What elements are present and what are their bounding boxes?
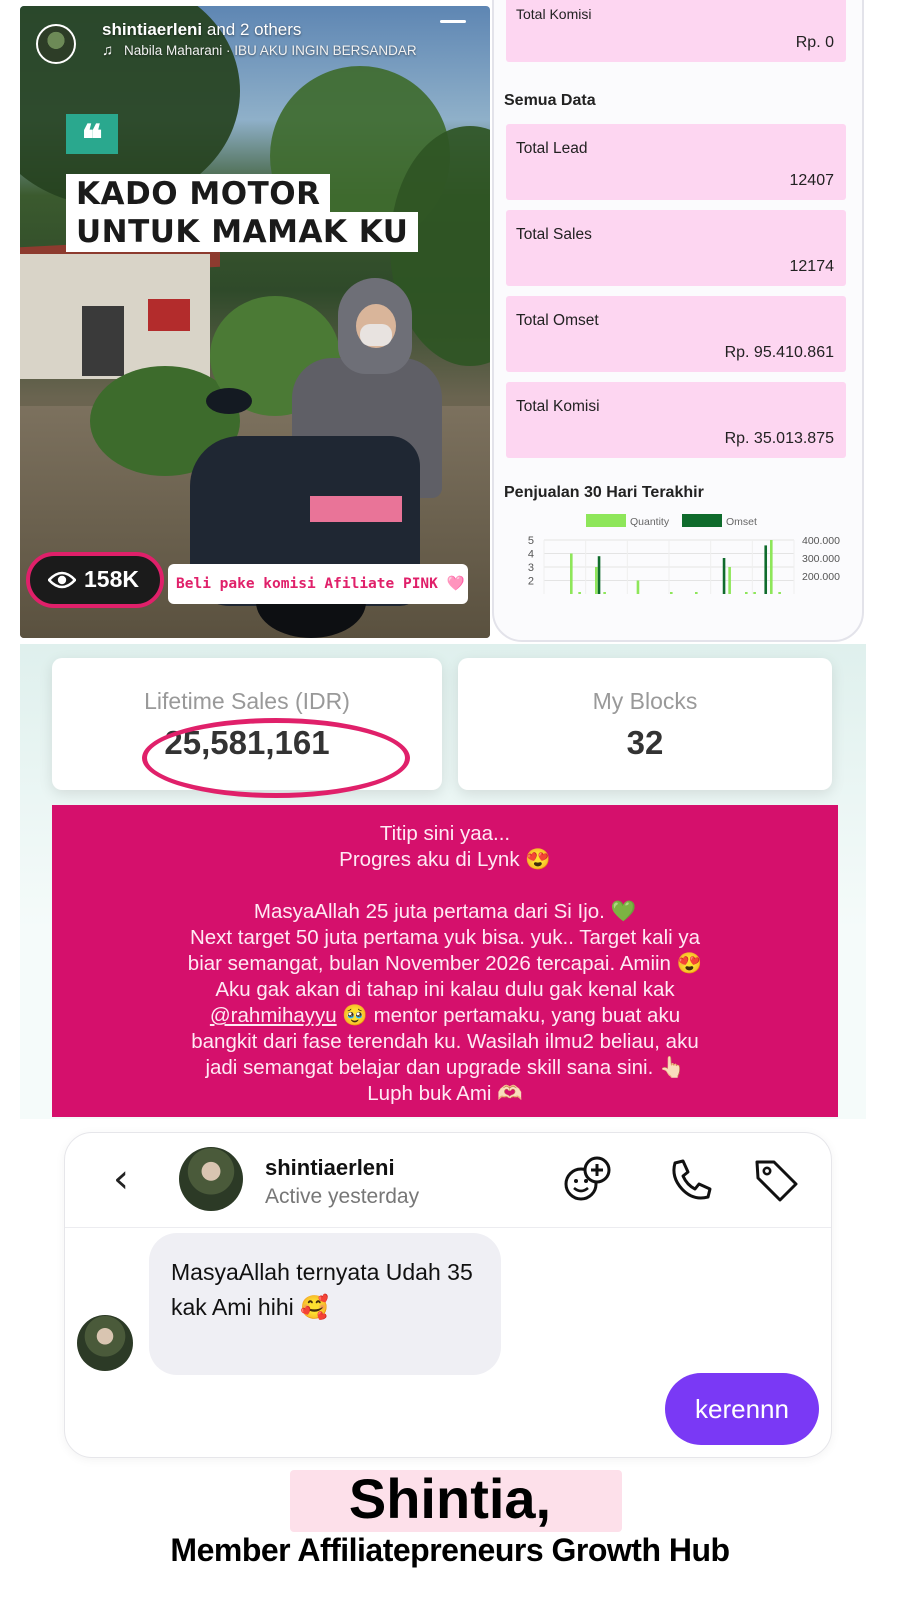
quote-icon: ❝ — [66, 114, 118, 163]
card-label: Total Komisi — [516, 398, 600, 415]
bar-quantity — [670, 592, 673, 594]
chart-title: Penjualan 30 Hari Terakhir — [504, 484, 704, 501]
dm-chat: ‹ shintiaerleni Active yesterday MasyaAl… — [64, 1132, 832, 1458]
my-blocks-card: My Blocks 32 — [458, 658, 832, 790]
bar-quantity — [595, 567, 598, 594]
bar-quantity — [728, 567, 731, 594]
card-value: Rp. 95.410.861 — [724, 344, 834, 361]
legend-swatch — [586, 514, 626, 527]
story-line: Next target 50 juta pertama yuk bisa. yu… — [189, 926, 701, 949]
tag-icon[interactable] — [749, 1153, 803, 1207]
story-line: MasyaAllah 25 juta pertama dari Si Ijo. … — [253, 900, 637, 923]
lynk-dashboard: Lifetime Sales (IDR) 25,581,161 My Block… — [20, 644, 866, 1119]
scooter-mirror — [206, 388, 252, 414]
message-avatar[interactable] — [77, 1315, 133, 1371]
music-icon: ♫ — [102, 42, 114, 59]
highlight-circle — [142, 718, 410, 798]
headline-line-1: KADO MOTOR — [66, 174, 331, 214]
face-mask — [360, 324, 392, 346]
story-username[interactable]: shintiaerleni and 2 others — [102, 20, 301, 40]
story-user-name: shintiaerleni — [102, 20, 203, 39]
legend-label: Omset — [726, 516, 757, 528]
story-screenshot: shintiaerleni and 2 others ♫ Nabila Maha… — [20, 6, 490, 638]
my-blocks-value: 32 — [626, 724, 664, 761]
card-label: Total Lead — [516, 140, 588, 157]
story-line-mention[interactable]: @rahmihayyu 🥹 mentor pertamaku, yang bua… — [52, 1003, 838, 1029]
bar-quantity — [603, 592, 606, 594]
y-left-tick: 5 — [528, 535, 534, 547]
card-value: Rp. 0 — [795, 34, 834, 51]
story-line: Progres aku di Lynk 😍 — [339, 848, 551, 871]
divider — [65, 1227, 831, 1228]
member-name: Shintia, — [348, 1467, 552, 1530]
lifetime-sales-label: Lifetime Sales (IDR) — [144, 688, 350, 714]
card-value: 12174 — [789, 258, 835, 275]
story-caption-note: Beli pake komisi Afiliate PINK 🩷 — [168, 564, 468, 604]
member-subtitle: Member Affiliatepreneurs Growth Hub — [170, 1532, 730, 1568]
card-total-omset: Total Omset Rp. 95.410.861 — [506, 296, 846, 372]
lifetime-sales-card: Lifetime Sales (IDR) 25,581,161 — [52, 658, 442, 798]
outgoing-message[interactable]: kerennn — [665, 1373, 819, 1445]
story-user-others: and 2 others — [206, 20, 302, 39]
story-music[interactable]: Nabila Maharani · IBU AKU INGIN BERSANDA… — [124, 43, 417, 58]
story-line: bangkit dari fase terendah ku. Wasilah i… — [191, 1030, 699, 1053]
card-top-komisi: Total Komisi Rp. 0 — [506, 0, 846, 62]
bar-quantity — [636, 580, 640, 594]
y-right-tick: 400.000 — [802, 535, 840, 547]
sales-chart: Quantity Omset 2 34 5 200.000 300.000 400.000 — [528, 514, 840, 594]
y-left-tick: 4 — [528, 549, 534, 561]
menu-icon[interactable] — [440, 20, 466, 23]
bar-quantity — [770, 540, 773, 594]
bar-quantity — [695, 592, 698, 594]
bar-omset — [597, 556, 601, 594]
y-right-tick: 200.000 — [802, 571, 840, 583]
legend-label: Quantity — [630, 516, 670, 528]
card-label: Total Komisi — [516, 6, 592, 22]
bar-omset — [764, 545, 768, 594]
story-line: biar semangat, bulan November 2026 terca… — [187, 952, 703, 975]
card-total-komisi: Total Komisi Rp. 35.013.875 — [506, 382, 846, 458]
legend-swatch — [682, 514, 722, 527]
affiliate-dashboard: Total Komisi Rp. 0 Semua Data Total Lead… — [492, 0, 864, 642]
story-avatar[interactable] — [36, 24, 76, 64]
story-line: Titip sini yaa... — [379, 822, 511, 845]
shop-sign — [148, 299, 190, 331]
story-text-block: Titip sini yaa... Progres aku di Lynk 😍 … — [52, 805, 838, 1117]
card-label: Total Sales — [516, 226, 592, 243]
card-total-lead: Total Lead 12407 — [506, 124, 846, 200]
bar-quantity — [778, 592, 781, 594]
my-blocks-label: My Blocks — [592, 688, 698, 714]
headline-line-2: UNTUK MAMAK KU — [66, 212, 419, 252]
bar-quantity — [570, 553, 573, 594]
y-left-tick: 2 — [528, 576, 534, 588]
card-value: 12407 — [789, 172, 835, 189]
card-label: Total Omset — [516, 312, 599, 329]
phone-icon[interactable] — [663, 1153, 717, 1207]
bar-quantity — [745, 592, 748, 594]
story-line: Luph buk Ami 🫶🏻 — [367, 1082, 523, 1105]
dm-avatar[interactable] — [179, 1147, 243, 1211]
license-plate-blur — [310, 496, 402, 522]
views-count: 158K — [84, 566, 139, 592]
mention-handle[interactable]: @rahmihayyu — [210, 1004, 337, 1027]
y-left-tick: 3 — [528, 562, 534, 574]
back-button[interactable]: ‹ — [113, 1159, 145, 1203]
story-line-gap — [52, 873, 838, 899]
eye-icon — [48, 571, 76, 589]
dm-username[interactable]: shintiaerleni — [265, 1155, 395, 1181]
card-value: Rp. 35.013.875 — [724, 430, 834, 447]
section-title: Semua Data — [504, 92, 596, 109]
y-right-tick: 300.000 — [802, 553, 840, 565]
incoming-message[interactable]: MasyaAllah ternyata Udah 35 kak Ami hihi… — [149, 1233, 501, 1375]
card-total-sales: Total Sales 12174 — [506, 210, 846, 286]
dm-status: Active yesterday — [265, 1185, 420, 1208]
bar-omset — [722, 558, 726, 594]
house-door — [82, 306, 124, 376]
views-badge: 158K — [26, 552, 164, 608]
story-line: Aku gak akan di tahap ini kalau dulu gak… — [215, 978, 675, 1001]
bar-quantity — [753, 592, 756, 594]
bar-quantity — [578, 592, 581, 594]
add-friend-icon[interactable] — [561, 1153, 615, 1207]
story-line: jadi semangat belajar dan upgrade skill … — [205, 1056, 685, 1079]
